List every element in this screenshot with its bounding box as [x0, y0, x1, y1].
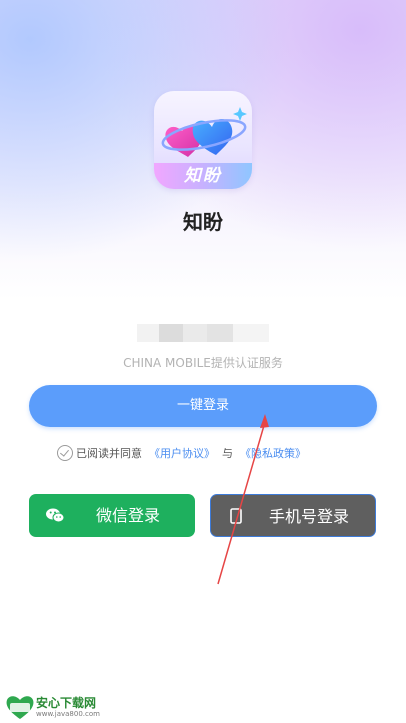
watermark-url: www.java800.com	[36, 710, 100, 718]
watermark-logo-icon	[6, 696, 34, 719]
annotation-arrow	[217, 414, 269, 585]
watermark-name: 安心下载网	[36, 696, 97, 710]
